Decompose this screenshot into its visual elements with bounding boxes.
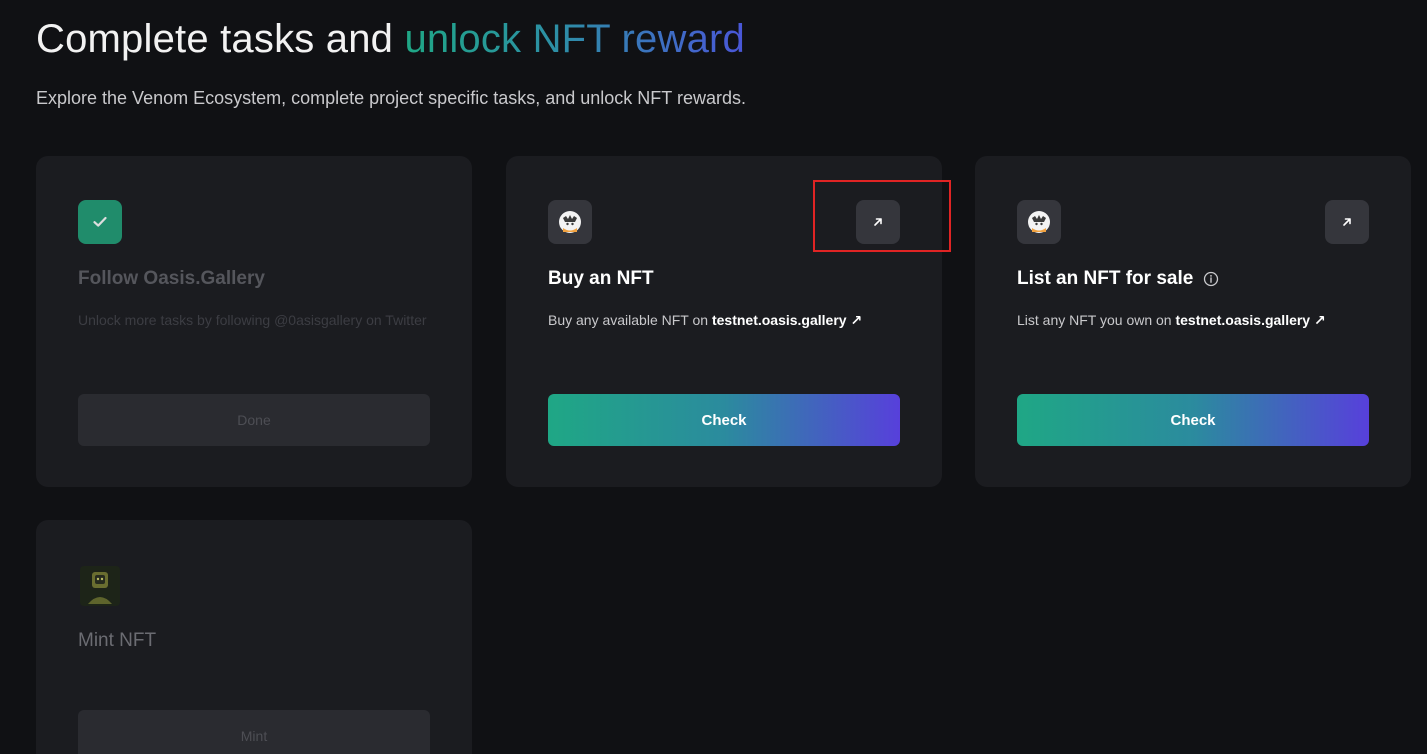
info-icon[interactable]	[1203, 271, 1219, 287]
arrow-up-right-icon: ↗	[850, 312, 863, 328]
check-icon	[78, 200, 122, 244]
task-card-follow: Follow Oasis.Gallery Unlock more tasks b…	[36, 156, 472, 487]
task-description-text: List any NFT you own on	[1017, 312, 1176, 328]
task-description-text: Buy any available NFT on	[548, 312, 712, 328]
page-title-highlight: unlock NFT reward	[404, 17, 745, 61]
external-link-button[interactable]	[856, 200, 900, 244]
page-title: Complete tasks and unlock NFT reward	[36, 14, 745, 64]
arrow-up-right-icon	[1343, 218, 1351, 226]
mint-button: Mint	[78, 710, 430, 754]
oasis-avatar-icon	[1017, 200, 1061, 244]
task-card-buy-nft: Buy an NFT Buy any available NFT on test…	[506, 156, 942, 487]
arrow-up-right-icon: ↗	[1314, 312, 1326, 328]
task-title: Follow Oasis.Gallery	[78, 268, 265, 289]
task-description: Buy any available NFT on testnet.oasis.g…	[548, 309, 908, 331]
done-button: Done	[78, 394, 430, 446]
task-description: Unlock more tasks by following @0asisgal…	[78, 312, 427, 328]
marketplace-link[interactable]: testnet.oasis.gallery	[712, 312, 847, 328]
page: Complete tasks and unlock NFT reward Exp…	[0, 0, 1427, 754]
task-title: Buy an NFT	[548, 268, 654, 289]
external-link-button[interactable]	[1325, 200, 1369, 244]
nft-avatar-icon	[78, 564, 122, 608]
task-description: List any NFT you own on testnet.oasis.ga…	[1017, 309, 1377, 331]
page-title-plain: Complete tasks and	[36, 17, 405, 61]
task-title-row: List an NFT for sale	[1017, 268, 1219, 290]
task-title: Mint NFT	[78, 630, 157, 651]
check-button[interactable]: Check	[1017, 394, 1369, 446]
task-card-mint-nft: Mint NFT Mint	[36, 520, 472, 754]
oasis-avatar-icon	[548, 200, 592, 244]
task-title: List an NFT for sale	[1017, 268, 1194, 289]
check-button[interactable]: Check	[548, 394, 900, 446]
page-subtitle: Explore the Venom Ecosystem, complete pr…	[36, 88, 746, 108]
marketplace-link[interactable]: testnet.oasis.gallery	[1175, 312, 1310, 328]
arrow-up-right-icon	[874, 218, 882, 226]
task-card-list-nft: List an NFT for sale List any NFT you ow…	[975, 156, 1411, 487]
